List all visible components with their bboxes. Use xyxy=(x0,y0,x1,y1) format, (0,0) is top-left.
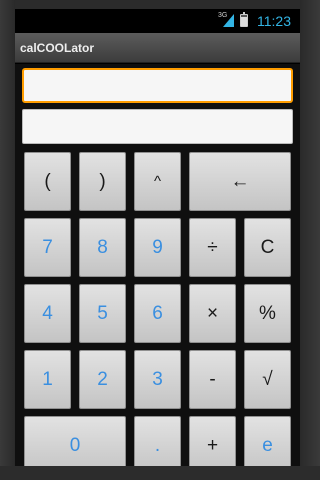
key-5[interactable]: 5 xyxy=(79,284,126,343)
app-title-bar: calCOOLator xyxy=(15,33,300,63)
key-multiply[interactable]: × xyxy=(189,284,236,343)
key-4[interactable]: 4 xyxy=(24,284,71,343)
keypad: ( ) ^ ← 7 8 9 ÷ C 4 5 6 × % 1 2 3 - √ 0 … xyxy=(24,152,294,466)
status-time: 11:23 xyxy=(257,13,291,29)
key-decimal[interactable]: . xyxy=(134,416,181,466)
key-power[interactable]: ^ xyxy=(134,152,181,211)
app-title: calCOOLator xyxy=(20,41,95,55)
key-e[interactable]: e xyxy=(244,416,291,466)
key-divide[interactable]: ÷ xyxy=(189,218,236,277)
device-frame-right xyxy=(300,0,320,480)
key-7[interactable]: 7 xyxy=(24,218,71,277)
key-3[interactable]: 3 xyxy=(134,350,181,409)
calculator-body: ( ) ^ ← 7 8 9 ÷ C 4 5 6 × % 1 2 3 - √ 0 … xyxy=(15,64,300,466)
key-8[interactable]: 8 xyxy=(79,218,126,277)
key-sqrt[interactable]: √ xyxy=(244,350,291,409)
key-2[interactable]: 2 xyxy=(79,350,126,409)
key-percent[interactable]: % xyxy=(244,284,291,343)
key-minus[interactable]: - xyxy=(189,350,236,409)
key-close-paren[interactable]: ) xyxy=(79,152,126,211)
phone-screen: 3G 11:23 calCOOLator ( ) ^ ← 7 8 9 ÷ C 4… xyxy=(15,9,300,466)
device-frame-bottom xyxy=(0,466,320,480)
key-open-paren[interactable]: ( xyxy=(24,152,71,211)
key-1[interactable]: 1 xyxy=(24,350,71,409)
key-6[interactable]: 6 xyxy=(134,284,181,343)
clear-button[interactable]: C xyxy=(244,218,291,277)
key-0[interactable]: 0 xyxy=(24,416,126,466)
key-plus[interactable]: + xyxy=(189,416,236,466)
backspace-button[interactable]: ← xyxy=(189,152,291,211)
signal-icon xyxy=(223,14,234,27)
device-frame-left xyxy=(0,0,15,480)
status-bar: 3G 11:23 xyxy=(15,9,300,33)
battery-icon xyxy=(240,12,248,27)
expression-input[interactable] xyxy=(22,68,293,103)
key-9[interactable]: 9 xyxy=(134,218,181,277)
result-field[interactable] xyxy=(22,109,293,144)
